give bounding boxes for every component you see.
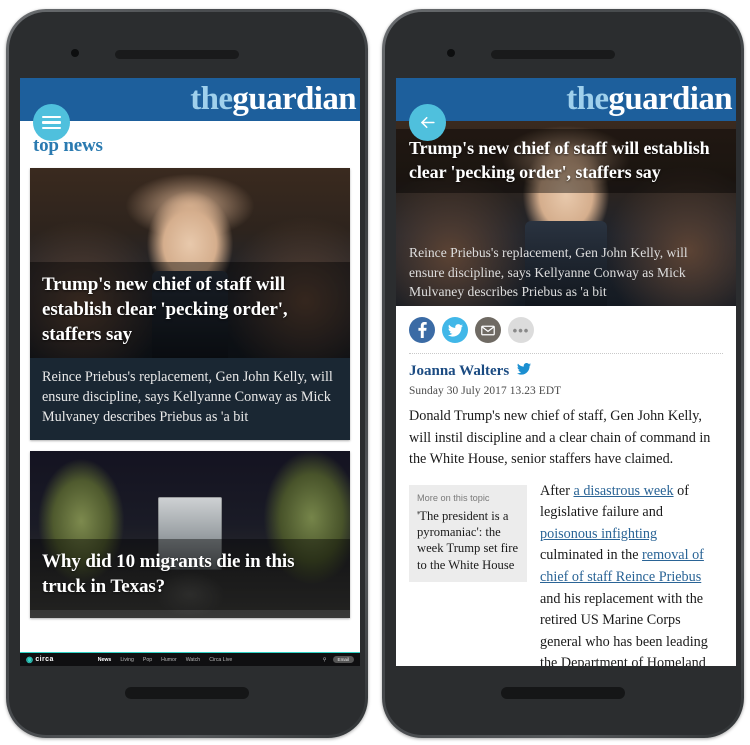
more-share-icon[interactable]: ••• <box>508 317 534 343</box>
logo-the: the <box>190 81 233 117</box>
byline: Joanna Walters <box>396 354 736 382</box>
circa-nav-items: News Living Pop Humor Watch Circa Live <box>98 657 233 663</box>
menu-button[interactable] <box>33 104 70 141</box>
circa-nav-pop[interactable]: Pop <box>143 657 152 663</box>
link-disastrous-week[interactable]: a disastrous week <box>573 483 673 499</box>
circa-nav-right: ⚲ Email <box>323 656 354 663</box>
more-on-this-topic-box[interactable]: More on this topic 'The president is a p… <box>409 484 527 583</box>
article-paragraph: After a disastrous week of legislative f… <box>540 481 723 666</box>
search-icon[interactable]: ⚲ <box>323 657 327 663</box>
para2-text-1: After <box>540 482 574 499</box>
circa-nav-bar: ◉ circa News Living Pop Humor Watch Circ… <box>20 652 360 666</box>
home-button[interactable] <box>501 687 625 699</box>
back-button[interactable] <box>409 104 446 141</box>
article-headline: Trump's new chief of staff will establis… <box>409 138 710 183</box>
phone-left-body: theguardian top news Trump's new chief o… <box>9 12 365 735</box>
phone-right-body: theguardian Trump's new chief of staff w… <box>385 12 741 735</box>
card-headline-overlay: Why did 10 migrants die in this truck in… <box>30 539 350 611</box>
two-phone-mockup: theguardian top news Trump's new chief o… <box>0 0 750 745</box>
screen-right: theguardian Trump's new chief of staff w… <box>396 78 736 666</box>
earpiece-speaker <box>115 50 239 59</box>
section-title-top-news: top news <box>33 135 103 156</box>
aside-label: More on this topic <box>417 492 490 503</box>
phone-right: theguardian Trump's new chief of staff w… <box>382 9 744 738</box>
guardian-logo: theguardian <box>566 83 736 116</box>
circa-nav-living[interactable]: Living <box>120 657 134 663</box>
para2-text-4: and his replacement with the retired US … <box>540 590 708 666</box>
card-image: Why did 10 migrants die in this truck in… <box>30 451 350 619</box>
share-row: ••• <box>396 306 736 353</box>
phone-left: theguardian top news Trump's new chief o… <box>6 9 368 738</box>
guardian-logo: theguardian <box>190 83 360 116</box>
aside-link[interactable]: 'The president is a pyromaniac': the wee… <box>417 508 519 573</box>
facebook-share-icon[interactable] <box>409 317 435 343</box>
circa-email-button[interactable]: Email <box>332 656 354 663</box>
twitter-share-icon[interactable] <box>442 317 468 343</box>
circa-logo[interactable]: ◉ circa <box>26 655 54 664</box>
card-standfirst: Reince Priebus's replacement, Gen John K… <box>42 369 333 426</box>
article-paragraph: Donald Trump's new chief of staff, Gen J… <box>409 408 711 468</box>
email-share-icon[interactable] <box>475 317 501 343</box>
circa-mark-icon: ◉ <box>26 655 34 664</box>
logo-guardian: guardian <box>232 81 356 117</box>
logo-the: the <box>566 81 609 117</box>
screen-left: theguardian top news Trump's new chief o… <box>20 78 360 666</box>
card-headline: Why did 10 migrants die in this truck in… <box>42 551 295 598</box>
article-body: Donald Trump's new chief of staff, Gen J… <box>396 406 736 666</box>
news-card[interactable]: Why did 10 migrants die in this truck in… <box>30 451 350 619</box>
publish-date: Sunday 30 July 2017 13.23 EDT <box>409 385 562 397</box>
link-poisonous-infighting[interactable]: poisonous infighting <box>540 526 657 542</box>
circa-nav-watch[interactable]: Watch <box>186 657 201 663</box>
circa-logo-text: circa <box>35 656 54 663</box>
card-headline: Trump's new chief of staff will establis… <box>42 273 288 345</box>
guardian-header-left: theguardian <box>20 78 360 121</box>
para2-text-3: culminated in the <box>540 547 643 564</box>
card-image: Trump's new chief of staff will establis… <box>30 168 350 358</box>
home-button[interactable] <box>125 687 249 699</box>
hamburger-menu-icon <box>42 113 61 133</box>
circa-nav-circa-live[interactable]: Circa Live <box>209 657 232 663</box>
article-standfirst: Reince Priebus's replacement, Gen John K… <box>409 245 688 300</box>
front-camera-icon <box>71 49 79 57</box>
back-arrow-icon <box>418 113 437 132</box>
twitter-bird-icon[interactable] <box>517 362 532 380</box>
front-camera-icon <box>447 49 455 57</box>
circa-nav-news[interactable]: News <box>98 657 112 663</box>
earpiece-speaker <box>491 50 615 59</box>
news-card[interactable]: Trump's new chief of staff will establis… <box>30 168 350 441</box>
circa-nav-humor[interactable]: Humor <box>161 657 177 663</box>
guardian-header-right: theguardian <box>396 78 736 121</box>
card-headline-overlay: Trump's new chief of staff will establis… <box>30 261 350 358</box>
article-headline-overlay: Trump's new chief of staff will establis… <box>396 129 736 193</box>
logo-guardian: guardian <box>608 81 732 117</box>
author-name[interactable]: Joanna Walters <box>409 363 509 380</box>
article-hero: Trump's new chief of staff will establis… <box>396 121 736 306</box>
